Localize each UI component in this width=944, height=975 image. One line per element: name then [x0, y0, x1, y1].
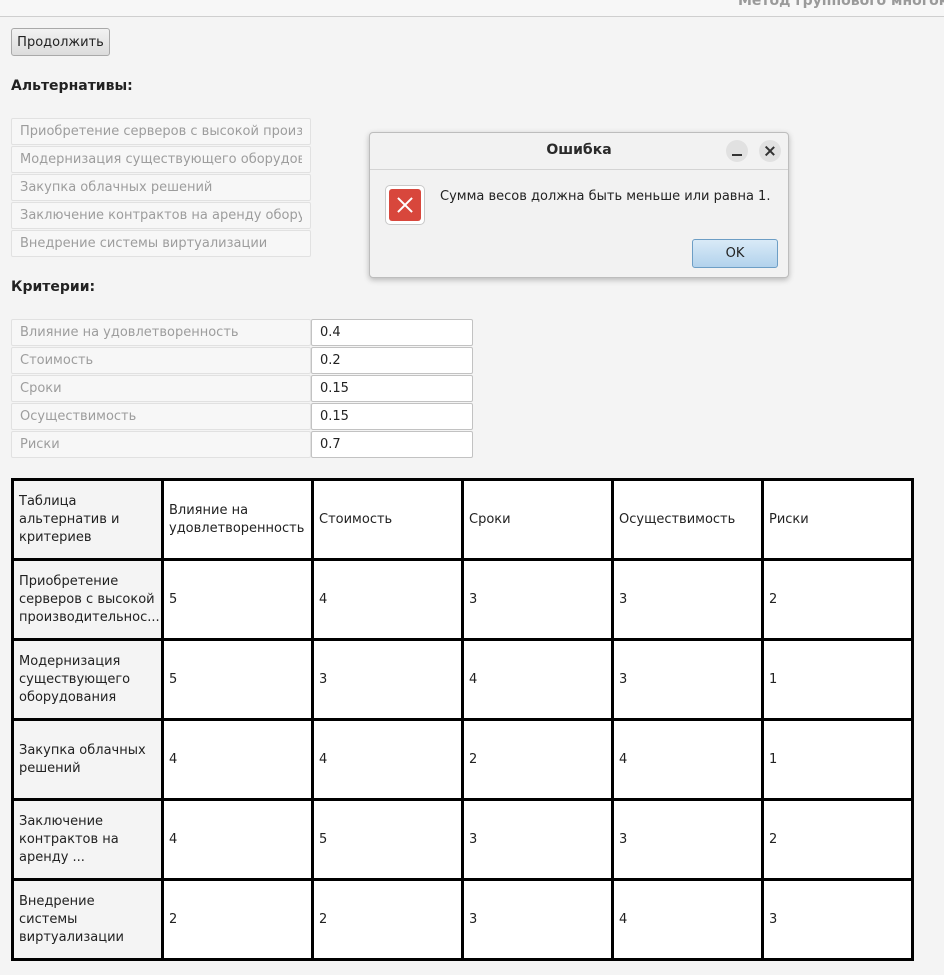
- score-cell[interactable]: 4: [161, 718, 314, 801]
- criterion-weight-field[interactable]: [311, 375, 473, 402]
- alternative-field[interactable]: [11, 230, 311, 257]
- criterion-weight-field[interactable]: [311, 431, 473, 458]
- score-cell[interactable]: 4: [461, 638, 614, 721]
- score-cell[interactable]: 4: [311, 718, 464, 801]
- score-cell[interactable]: 4: [311, 558, 464, 641]
- score-cell[interactable]: 3: [461, 558, 614, 641]
- score-cell[interactable]: 3: [311, 638, 464, 721]
- score-cell[interactable]: 2: [161, 878, 314, 961]
- score-cell[interactable]: 3: [761, 878, 914, 961]
- continue-button[interactable]: Продолжить: [11, 28, 110, 56]
- row-header: Модернизация существующего оборудования: [11, 638, 164, 721]
- score-cell[interactable]: 3: [611, 558, 764, 641]
- error-dialog: Ошибка Сумма весов должна быть меньше ил…: [369, 132, 789, 278]
- score-cell[interactable]: 1: [761, 638, 914, 721]
- column-header: Сроки: [461, 478, 614, 561]
- score-cell[interactable]: 5: [311, 798, 464, 881]
- score-cell[interactable]: 3: [611, 798, 764, 881]
- table-row: Заключение контрактов на аренду ... 4 5 …: [11, 798, 914, 881]
- criterion-name-field[interactable]: [11, 431, 311, 458]
- column-header: Влияние на удовлетворенность: [161, 478, 314, 561]
- score-cell[interactable]: 2: [761, 558, 914, 641]
- alternative-field[interactable]: [11, 118, 311, 145]
- dialog-message: Сумма весов должна быть меньше или равна…: [440, 189, 771, 204]
- criteria-heading: Критерии:: [11, 279, 96, 295]
- ok-button[interactable]: OK: [692, 239, 778, 268]
- table-row: Приобретение серверов с высокой производ…: [11, 558, 914, 641]
- column-header: Осуществимость: [611, 478, 764, 561]
- score-cell[interactable]: 2: [761, 798, 914, 881]
- table-row: Закупка облачных решений 4 4 2 4 1: [11, 718, 914, 801]
- score-cell[interactable]: 1: [761, 718, 914, 801]
- column-header: Стоимость: [311, 478, 464, 561]
- table-corner-cell: Таблица альтернатив и критериев: [11, 478, 164, 561]
- row-header: Закупка облачных решений: [11, 718, 164, 801]
- row-header: Приобретение серверов с высокой производ…: [11, 558, 164, 641]
- score-cell[interactable]: 3: [461, 798, 614, 881]
- alternative-field[interactable]: [11, 174, 311, 201]
- criterion-name-field[interactable]: [11, 319, 311, 346]
- criterion-name-field[interactable]: [11, 403, 311, 430]
- score-cell[interactable]: 2: [311, 878, 464, 961]
- table-row: Внедрение системы виртуализации 2 2 3 4 …: [11, 878, 914, 961]
- error-icon: [385, 185, 425, 225]
- score-cell[interactable]: 4: [611, 878, 764, 961]
- score-cell[interactable]: 3: [611, 638, 764, 721]
- criterion-weight-field[interactable]: [311, 319, 473, 346]
- criterion-name-field[interactable]: [11, 347, 311, 374]
- close-icon[interactable]: [759, 140, 781, 162]
- column-header: Риски: [761, 478, 914, 561]
- score-cell[interactable]: 5: [161, 638, 314, 721]
- alternatives-heading: Альтернативы:: [11, 78, 133, 94]
- score-cell[interactable]: 5: [161, 558, 314, 641]
- criterion-name-field[interactable]: [11, 375, 311, 402]
- score-cell[interactable]: 4: [161, 798, 314, 881]
- score-cell[interactable]: 3: [461, 878, 614, 961]
- row-header: Заключение контрактов на аренду ...: [11, 798, 164, 881]
- alternative-field[interactable]: [11, 146, 311, 173]
- score-cell[interactable]: 2: [461, 718, 614, 801]
- window-title: Метод группового многокрит: [738, 0, 944, 9]
- dialog-titlebar[interactable]: Ошибка: [370, 133, 788, 170]
- alternatives-criteria-table: Таблица альтернатив и критериев Влияние …: [11, 478, 914, 961]
- minimize-icon[interactable]: [726, 140, 748, 162]
- criterion-weight-field[interactable]: [311, 347, 473, 374]
- window-titlebar: Метод группового многокрит: [0, 0, 944, 17]
- row-header: Внедрение системы виртуализации: [11, 878, 164, 961]
- criterion-weight-field[interactable]: [311, 403, 473, 430]
- table-header-row: Таблица альтернатив и критериев Влияние …: [11, 478, 914, 561]
- table-row: Модернизация существующего оборудования …: [11, 638, 914, 721]
- score-cell[interactable]: 4: [611, 718, 764, 801]
- alternative-field[interactable]: [11, 202, 311, 229]
- error-icon-glyph: [389, 189, 421, 221]
